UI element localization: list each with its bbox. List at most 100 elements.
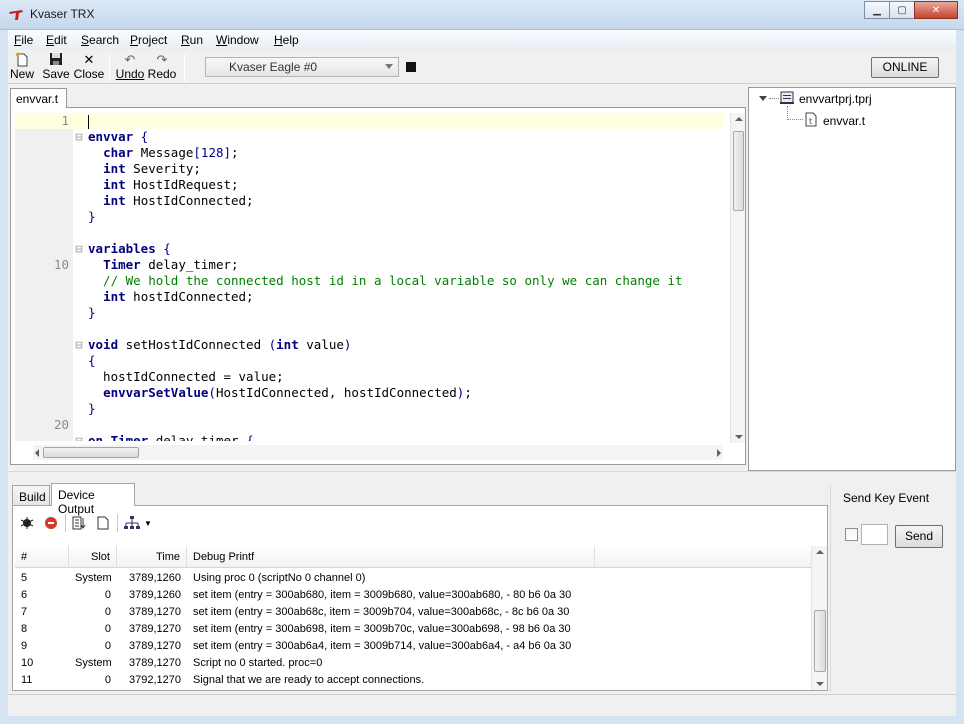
menu-help[interactable]: Help [274, 33, 299, 47]
code-line[interactable]: 1 [15, 113, 723, 129]
code-text: } [88, 305, 96, 321]
cell-time: 3789,1270 [129, 623, 181, 635]
code-line[interactable]: } [15, 305, 723, 321]
menu-edit[interactable]: Edit [46, 33, 67, 47]
code-area[interactable]: 1 ⊟ envvar { char Message[128]; int Severi… [15, 113, 723, 441]
table-row[interactable]: 9 0 3789,1270 set item (entry = 300ab6a4, i… [15, 638, 811, 655]
code-line[interactable]: int HostIdRequest; [15, 177, 723, 193]
scroll-down-icon[interactable] [816, 682, 824, 686]
code-token: [128] [193, 145, 232, 160]
scroll-left-icon[interactable] [35, 449, 39, 457]
tab-device-output[interactable]: Device Output [51, 483, 135, 516]
code-line[interactable]: int hostIdConnected; [15, 289, 723, 305]
scroll-thumb[interactable] [43, 447, 139, 458]
code-line[interactable]: ⊟ void setHostIdConnected (int value) [15, 337, 723, 353]
menu-file[interactable]: File [14, 33, 33, 47]
code-line[interactable]: int HostIdConnected; [15, 193, 723, 209]
tree-item-project[interactable]: envvartprj.tprj [799, 92, 872, 106]
close-window-button[interactable]: ✕ [914, 1, 958, 19]
maximize-button[interactable]: ▢ [889, 1, 915, 19]
table-row[interactable]: 11 0 3792,1270 Signal that we are ready to … [15, 672, 811, 689]
table-row[interactable]: 6 0 3789,1260 set item (entry = 300ab680, i… [15, 587, 811, 604]
save-button[interactable]: Save [39, 52, 73, 82]
code-line[interactable]: int Severity; [15, 161, 723, 177]
bug-icon[interactable] [17, 512, 37, 534]
code-text: variables { [88, 241, 171, 257]
scroll-down-icon[interactable] [735, 435, 743, 439]
close-button[interactable]: ✕ Close [72, 52, 106, 82]
cell-number: 8 [21, 623, 28, 635]
table-row[interactable]: 8 0 3789,1270 set item (entry = 300ab698, i… [15, 621, 811, 638]
device-select[interactable]: Kvaser Eagle #0 [205, 57, 399, 77]
fold-collapse-icon[interactable]: ⊟ [73, 241, 85, 257]
tree-connector [787, 119, 803, 120]
key-input[interactable] [861, 524, 888, 545]
editor-vertical-scrollbar[interactable] [730, 113, 745, 443]
menu-search[interactable]: Search [81, 33, 119, 47]
code-token: setHostIdConnected [118, 337, 269, 352]
scroll-thumb[interactable] [733, 131, 744, 211]
send-button[interactable]: Send [895, 525, 943, 548]
code-token: ( [208, 385, 216, 400]
menu-run[interactable]: Run [181, 33, 203, 47]
code-token: hostIdConnected = value; [88, 369, 284, 384]
editor-tab-envvar[interactable]: envvar.t [10, 88, 67, 108]
new-button[interactable]: New [5, 52, 39, 82]
send-key-title: Send Key Event [843, 491, 930, 505]
minimize-button[interactable]: ▁ [864, 1, 890, 19]
code-line[interactable]: } [15, 401, 723, 417]
clear-output-icon[interactable] [93, 512, 113, 534]
code-line[interactable]: { [15, 353, 723, 369]
code-line[interactable]: hostIdConnected = value; [15, 369, 723, 385]
col-slot[interactable]: Slot [69, 546, 117, 568]
code-editor[interactable]: 1 ⊟ envvar { char Message[128]; int Severi… [10, 107, 746, 465]
menu-window[interactable]: Window [216, 33, 259, 47]
col-debug-printf[interactable]: Debug Printf [187, 546, 595, 568]
code-line[interactable]: // We hold the connected host id in a lo… [15, 273, 723, 289]
code-token: variables [88, 241, 156, 256]
code-line[interactable]: 20 [15, 417, 723, 433]
table-row[interactable]: 7 0 3789,1270 set item (entry = 300ab68c, i… [15, 604, 811, 621]
scroll-right-icon[interactable] [717, 449, 721, 457]
code-line[interactable]: char Message[128]; [15, 145, 723, 161]
redo-button[interactable]: ↷ Redo [145, 52, 179, 82]
cell-slot: 0 [104, 674, 111, 686]
online-button[interactable]: ONLINE [871, 57, 939, 78]
col-time[interactable]: Time [117, 546, 187, 568]
channel-tree-dropdown[interactable]: ▼ [121, 512, 155, 534]
code-line[interactable]: } [15, 209, 723, 225]
tab-build[interactable]: Build [12, 485, 50, 506]
code-token: Severity; [125, 161, 201, 176]
table-row[interactable]: 5 System 3789,1260 Using proc 0 (scriptNo 0… [15, 570, 811, 587]
code-line[interactable]: ⊟ variables { [15, 241, 723, 257]
project-tree: envvartprj.tprj t envvar.t [748, 87, 956, 471]
fold-collapse-icon[interactable]: ⊟ [73, 433, 85, 441]
output-vertical-scrollbar[interactable] [811, 546, 827, 690]
undo-button[interactable]: ↶ Undo [113, 52, 147, 82]
scroll-thumb[interactable] [814, 610, 826, 672]
table-row[interactable]: 10 System 3789,1270 Script no 0 started. pr… [15, 655, 811, 672]
tree-expand-icon[interactable] [759, 96, 767, 101]
stop-icon[interactable] [406, 62, 416, 72]
scroll-up-icon[interactable] [816, 550, 824, 554]
chevron-down-icon [385, 64, 393, 69]
send-key-panel: Send Key Event Send [830, 485, 956, 692]
scroll-up-icon[interactable] [735, 117, 743, 121]
send-key-checkbox[interactable] [845, 528, 858, 541]
undo-arrow-icon: ↶ [124, 52, 136, 67]
code-line[interactable]: envvarSetValue(HostIdConnected, hostIdCo… [15, 385, 723, 401]
tree-item-envvar[interactable]: envvar.t [823, 114, 865, 128]
col-number[interactable]: # [15, 546, 69, 568]
code-line[interactable]: 10 Timer delay_timer; [15, 257, 723, 273]
code-line[interactable] [15, 225, 723, 241]
code-line[interactable]: ⊟ envvar { [15, 129, 723, 145]
code-line[interactable]: ⊟ on Timer delay timer { [15, 433, 723, 441]
editor-horizontal-scrollbar[interactable] [33, 445, 723, 460]
code-line[interactable] [15, 321, 723, 337]
window-controls: ▁ ▢ ✕ [864, 1, 958, 19]
fold-collapse-icon[interactable]: ⊟ [73, 129, 85, 145]
code-token: on [88, 433, 104, 441]
fold-collapse-icon[interactable]: ⊟ [73, 337, 85, 353]
menu-project[interactable]: Project [130, 33, 167, 47]
